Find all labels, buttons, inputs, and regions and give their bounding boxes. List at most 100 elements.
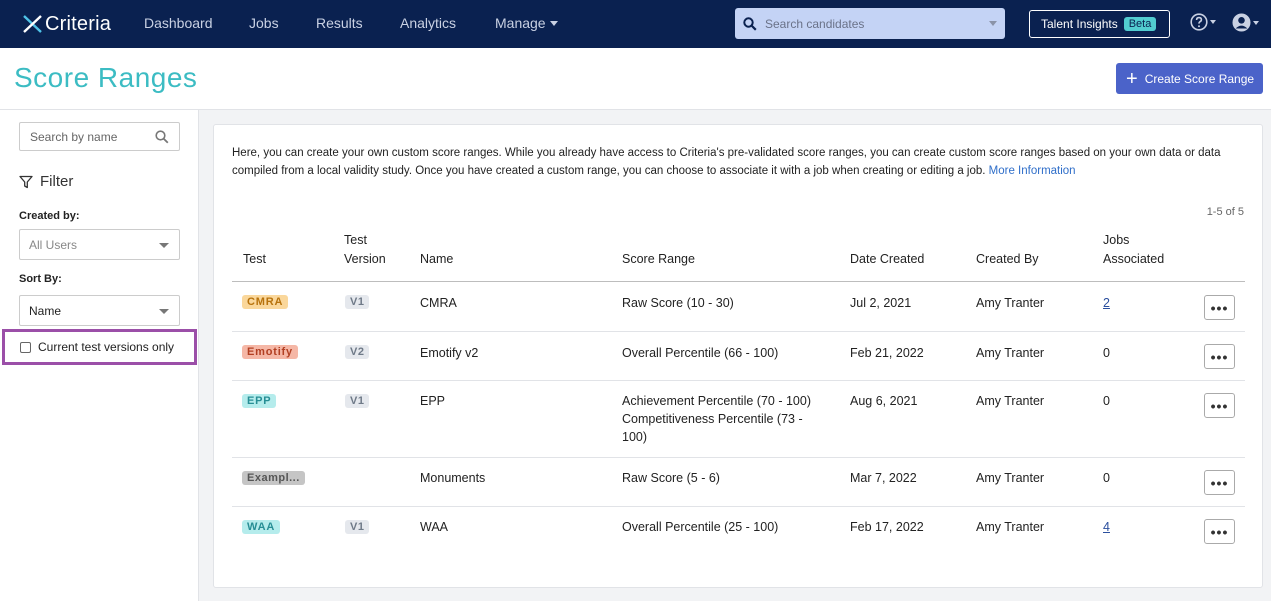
row-date: Feb 21, 2022 (850, 346, 924, 360)
jobs-associated-link[interactable]: 2 (1103, 294, 1110, 312)
search-icon (743, 16, 757, 31)
sort-by-value: Name (29, 303, 62, 318)
chevron-down-icon (159, 243, 169, 248)
more-icon: ••• (1210, 474, 1229, 491)
created-by-label: Created by: (19, 210, 80, 222)
row-date: Feb 17, 2022 (850, 520, 924, 534)
row-actions-button[interactable]: ••• (1204, 344, 1235, 369)
col-header-score-range[interactable]: Score Range (622, 250, 695, 269)
table-row: WAA V1 WAA Overall Percentile (25 - 100)… (232, 507, 1245, 557)
row-actions-button[interactable]: ••• (1204, 470, 1235, 495)
row-score-range-line1: Achievement Percentile (70 - 100) (622, 394, 811, 408)
logo-text: Criteria (45, 12, 112, 35)
row-name: WAA (420, 520, 449, 534)
intro-text: Here, you can create your own custom sco… (232, 144, 1232, 180)
test-tag: WAA (242, 520, 281, 534)
row-created-by: Amy Tranter (976, 296, 1045, 310)
search-icon[interactable] (155, 130, 169, 144)
row-name: Emotify v2 (420, 346, 479, 360)
row-score-range: Raw Score (10 - 30) (622, 296, 734, 310)
version-badge: V1 (345, 295, 370, 309)
chevron-down-icon (1253, 20, 1259, 25)
row-created-by: Amy Tranter (976, 520, 1045, 534)
more-information-link[interactable]: More Information (989, 165, 1076, 177)
row-created-by: Amy Tranter (976, 471, 1045, 485)
nav-results[interactable]: Results (316, 15, 363, 31)
nav-jobs[interactable]: Jobs (249, 15, 279, 31)
beta-badge: Beta (1123, 17, 1157, 31)
jobs-associated-count: 0 (1103, 471, 1110, 485)
more-icon: ••• (1210, 348, 1229, 365)
table-row: Emotify V2 Emotify v2 Overall Percentile… (232, 332, 1245, 381)
test-tag: Exampl... (242, 471, 305, 485)
table-row: Exampl... Monuments Raw Score (5 - 6) Ma… (232, 458, 1245, 507)
col-header-version-line1[interactable]: Test (344, 231, 367, 250)
candidate-search[interactable] (735, 8, 1005, 39)
filter-sidebar: Filter Created by: All Users Sort By: Na… (0, 110, 199, 601)
row-created-by: Amy Tranter (976, 346, 1045, 360)
row-name: Monuments (420, 471, 486, 485)
chevron-down-icon (549, 21, 558, 26)
create-score-range-label: Create Score Range (1144, 71, 1255, 86)
top-navbar: Criteria Dashboard Jobs Results Analytic… (0, 0, 1271, 48)
more-icon: ••• (1210, 299, 1229, 316)
test-tag: Emotify (242, 345, 298, 359)
row-actions-button[interactable]: ••• (1204, 393, 1235, 418)
version-badge: V1 (345, 394, 370, 408)
created-by-select[interactable]: All Users (19, 229, 180, 260)
col-header-date-created[interactable]: Date Created (850, 250, 924, 269)
row-name: EPP (420, 394, 446, 408)
col-header-created-by[interactable]: Created By (976, 250, 1039, 269)
plus-icon: + (1126, 67, 1138, 90)
jobs-associated-link[interactable]: 4 (1103, 518, 1110, 536)
version-badge: V1 (345, 520, 370, 534)
page-title: Score Ranges (14, 62, 198, 93)
name-search-input[interactable] (30, 129, 148, 144)
nav-manage[interactable]: Manage (495, 15, 558, 31)
candidate-search-input[interactable] (765, 16, 975, 31)
created-by-value: All Users (29, 237, 78, 252)
more-icon: ••• (1210, 397, 1229, 414)
chevron-down-icon[interactable] (989, 21, 997, 26)
test-tag: CMRA (242, 295, 289, 309)
criteria-logo-icon (23, 15, 42, 33)
row-score-range: Overall Percentile (66 - 100) (622, 346, 779, 360)
more-icon: ••• (1210, 523, 1229, 540)
col-header-test[interactable]: Test (243, 250, 266, 269)
row-name: CMRA (420, 296, 457, 310)
row-actions-button[interactable]: ••• (1204, 519, 1235, 544)
row-date: Aug 6, 2021 (850, 394, 918, 408)
col-header-jobs-line2[interactable]: Associated (1103, 250, 1164, 269)
col-header-name[interactable]: Name (420, 250, 453, 269)
col-header-jobs-line1[interactable]: Jobs (1103, 231, 1129, 250)
score-ranges-card: Here, you can create your own custom sco… (213, 124, 1263, 588)
name-search[interactable] (19, 122, 180, 151)
filter-heading: Filter (19, 173, 73, 190)
jobs-associated-count: 0 (1103, 346, 1110, 360)
help-menu[interactable] (1190, 13, 1216, 31)
criteria-logo[interactable]: Criteria (22, 11, 111, 37)
sort-by-select[interactable]: Name (19, 295, 180, 326)
col-header-version-line2[interactable]: Version (344, 250, 386, 269)
account-menu[interactable] (1232, 13, 1259, 32)
user-avatar-icon (1232, 13, 1251, 32)
page-header: Score Ranges + Create Score Range (0, 48, 1271, 110)
nav-dashboard[interactable]: Dashboard (144, 15, 213, 31)
help-icon (1190, 13, 1208, 31)
current-versions-filter: Current test versions only (2, 329, 197, 365)
row-actions-button[interactable]: ••• (1204, 295, 1235, 320)
talent-insights-button[interactable]: Talent Insights Beta (1029, 10, 1170, 38)
sort-by-label: Sort By: (19, 273, 62, 285)
chevron-down-icon (159, 309, 169, 314)
row-score-range-line2: Competitiveness Percentile (73 - (622, 412, 803, 426)
talent-insights-label: Talent Insights (1041, 17, 1118, 31)
nav-analytics[interactable]: Analytics (400, 15, 456, 31)
row-created-by: Amy Tranter (976, 394, 1045, 408)
create-score-range-button[interactable]: + Create Score Range (1116, 63, 1263, 94)
current-versions-checkbox[interactable] (20, 341, 31, 353)
row-score-range-line3: 100) (622, 430, 648, 444)
chevron-down-icon (1210, 20, 1216, 24)
table-row: CMRA V1 CMRA Raw Score (10 - 30) Jul 2, … (232, 282, 1245, 332)
jobs-associated-count: 0 (1103, 394, 1110, 408)
current-versions-label[interactable]: Current test versions only (38, 340, 174, 354)
